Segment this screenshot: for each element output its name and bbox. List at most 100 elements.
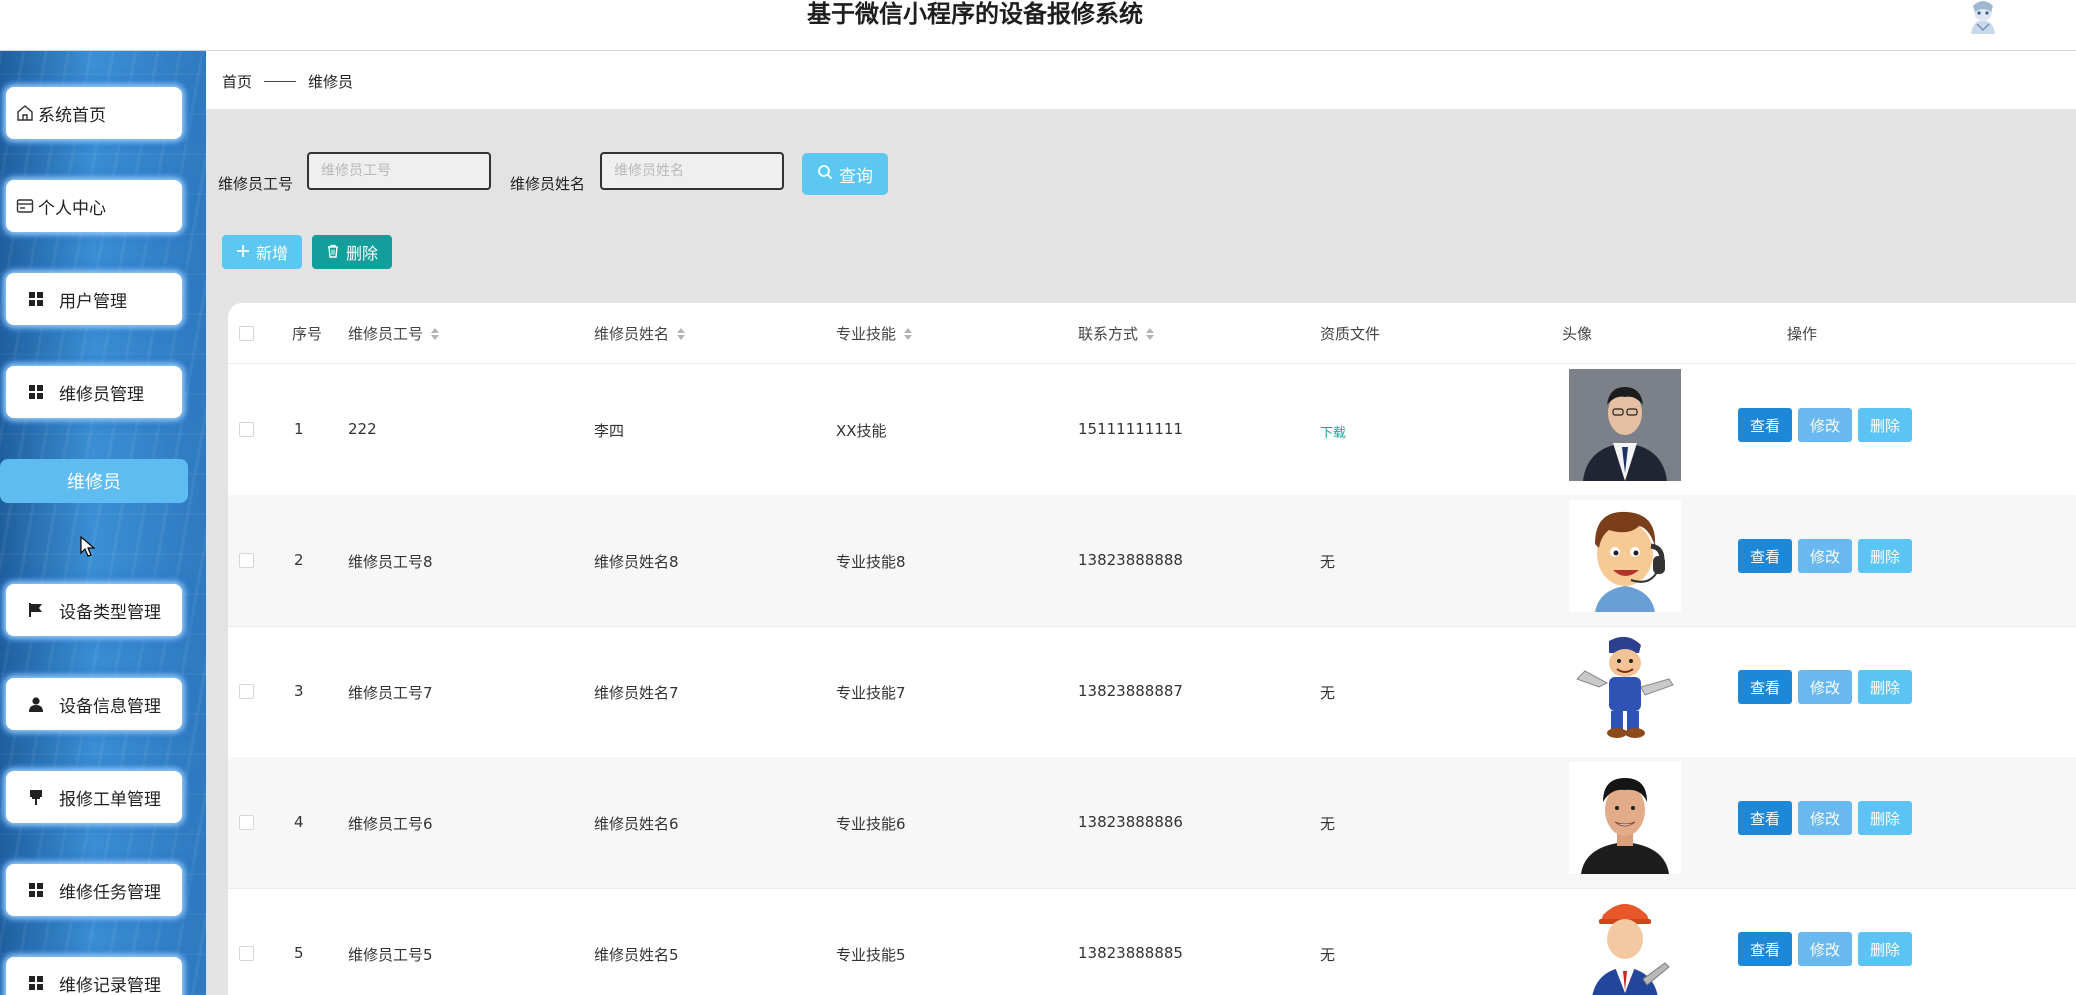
cell-worker-id: 维修员工号7 [348, 684, 433, 702]
cell-qualification: 无 [1320, 553, 1336, 571]
worker-name-input[interactable] [600, 152, 784, 190]
batch-delete-button[interactable]: 删除 [312, 235, 392, 269]
sidebar: 系统首页 个人中心 用户管理 维修员管理 维修员 设备类型管理 设备信息管理 报… [0, 51, 206, 995]
sidebar-item-repair-order-management[interactable]: 报修工单管理 [6, 771, 182, 823]
sidebar-item-user-management[interactable]: 用户管理 [6, 273, 182, 325]
batch-delete-label: 删除 [345, 244, 378, 263]
cell-worker-name: 维修员姓名8 [594, 553, 679, 571]
cartoon-engineer-photo [1569, 893, 1681, 995]
download-link[interactable]: 下载 [1320, 422, 1346, 441]
delete-button[interactable]: 删除 [1858, 670, 1912, 704]
edit-button-label: 修改 [1809, 547, 1840, 566]
grid-icon [27, 881, 45, 899]
sidebar-item-label: 个人中心 [38, 198, 106, 219]
add-button[interactable]: 新增 [222, 235, 302, 269]
sidebar-subitem-worker[interactable]: 维修员 [0, 459, 188, 503]
sort-icon[interactable] [904, 327, 913, 340]
worker-id-input[interactable] [307, 152, 491, 190]
sidebar-item-label: 维修记录管理 [59, 975, 161, 995]
mouse-cursor-icon [80, 535, 96, 562]
sidebar-item-device-type-management[interactable]: 设备类型管理 [6, 584, 182, 636]
cell-worker-id: 维修员工号6 [348, 815, 433, 833]
sidebar-item-repair-task-management[interactable]: 维修任务管理 [6, 864, 182, 916]
cell-skill: 专业技能5 [836, 946, 906, 964]
sidebar-item-profile[interactable]: 个人中心 [6, 180, 182, 232]
header-actions: 操作 [1787, 325, 1818, 343]
query-button[interactable]: 查询 [802, 153, 888, 195]
cell-worker-name: 维修员姓名6 [594, 815, 679, 833]
sidebar-item-label: 系统首页 [38, 105, 106, 126]
cell-phone: 13823888888 [1078, 551, 1183, 569]
cell-skill: 专业技能8 [836, 553, 906, 571]
sort-icon[interactable] [677, 327, 686, 340]
view-button[interactable]: 查看 [1738, 539, 1792, 573]
cell-qualification: 无 [1320, 815, 1336, 833]
row-checkbox[interactable] [239, 684, 254, 699]
app-title: 基于微信小程序的设备报修系统 [807, 0, 1143, 28]
edit-button[interactable]: 修改 [1798, 408, 1852, 442]
cell-phone: 13823888885 [1078, 944, 1183, 962]
header-skill[interactable]: 专业技能 [836, 323, 913, 344]
sort-icon[interactable] [431, 327, 440, 340]
cartoon-plumber-photo [1569, 631, 1681, 743]
view-button-label: 查看 [1749, 416, 1780, 435]
row-checkbox[interactable] [239, 815, 254, 830]
cell-worker-id: 维修员工号8 [348, 553, 433, 571]
cell-index: 4 [294, 813, 304, 831]
edit-button[interactable]: 修改 [1798, 801, 1852, 835]
header-qualification: 资质文件 [1320, 325, 1381, 343]
sidebar-item-device-info-management[interactable]: 设备信息管理 [6, 678, 182, 730]
edit-button[interactable]: 修改 [1798, 932, 1852, 966]
row-checkbox[interactable] [239, 422, 254, 437]
sidebar-item-label: 设备信息管理 [59, 696, 161, 717]
cell-worker-name: 李四 [594, 422, 625, 440]
header-phone[interactable]: 联系方式 [1078, 323, 1155, 344]
businessman-photo [1569, 369, 1681, 481]
edit-button-label: 修改 [1809, 940, 1840, 959]
cell-qualification: 无 [1320, 684, 1336, 702]
view-button[interactable]: 查看 [1738, 801, 1792, 835]
cartoon-headset-photo [1569, 500, 1681, 612]
worker-name-label: 维修员姓名 [510, 175, 586, 193]
breadcrumb: 首页 维修员 [222, 71, 353, 92]
sidebar-item-worker-management[interactable]: 维修员管理 [6, 366, 182, 418]
sort-icon[interactable] [1146, 327, 1155, 340]
sidebar-item-label: 维修员管理 [59, 384, 144, 405]
cell-phone: 15111111111 [1078, 420, 1183, 438]
view-button[interactable]: 查看 [1738, 670, 1792, 704]
edit-button[interactable]: 修改 [1798, 670, 1852, 704]
view-button[interactable]: 查看 [1738, 932, 1792, 966]
avatar[interactable] [1963, 0, 2003, 34]
main-content: 首页 维修员 维修员工号 维修员姓名 查询 新增 删除 [206, 51, 2076, 995]
cell-worker-name: 维修员姓名5 [594, 946, 679, 964]
row-checkbox[interactable] [239, 553, 254, 568]
header-worker-id[interactable]: 维修员工号 [348, 323, 440, 344]
sidebar-item-label: 用户管理 [59, 291, 127, 312]
sidebar-subitem-label: 维修员 [67, 472, 121, 493]
delete-button[interactable]: 删除 [1858, 801, 1912, 835]
cell-skill: XX技能 [836, 422, 887, 440]
grid-icon [27, 290, 45, 308]
sidebar-item-label: 设备类型管理 [59, 602, 161, 623]
view-button-label: 查看 [1749, 547, 1780, 566]
query-button-label: 查询 [839, 166, 873, 187]
select-all-checkbox[interactable] [239, 326, 254, 341]
cell-index: 2 [294, 551, 304, 569]
header-worker-name[interactable]: 维修员姓名 [594, 323, 686, 344]
delete-button[interactable]: 删除 [1858, 932, 1912, 966]
search-icon [817, 164, 833, 185]
worker-table: 序号 维修员工号 维修员姓名 专业技能 联系方式 资质文件 头像 操作 1 22… [228, 303, 2076, 995]
view-button[interactable]: 查看 [1738, 408, 1792, 442]
delete-button[interactable]: 删除 [1858, 539, 1912, 573]
edit-button-label: 修改 [1809, 678, 1840, 697]
row-checkbox[interactable] [239, 946, 254, 961]
sidebar-item-repair-record-management[interactable]: 维修记录管理 [6, 957, 182, 995]
delete-button[interactable]: 删除 [1858, 408, 1912, 442]
delete-button-label: 删除 [1869, 940, 1900, 959]
sidebar-item-home[interactable]: 系统首页 [6, 87, 182, 139]
top-bar: 基于微信小程序的设备报修系统 [0, 0, 2076, 51]
cell-index: 1 [294, 420, 304, 438]
edit-button[interactable]: 修改 [1798, 539, 1852, 573]
home-icon [16, 104, 34, 122]
breadcrumb-home[interactable]: 首页 [222, 71, 252, 92]
